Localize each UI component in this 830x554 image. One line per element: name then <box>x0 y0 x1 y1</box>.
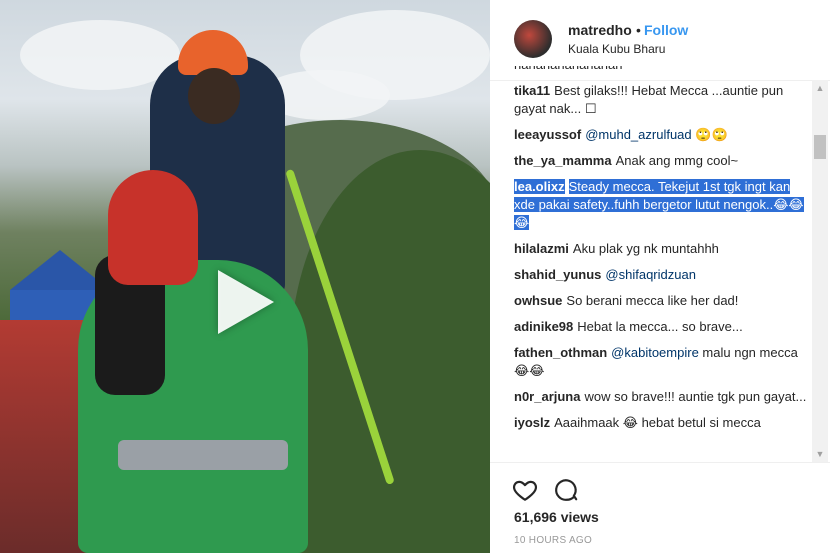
post-location[interactable]: Kuala Kubu Bharu <box>568 42 665 56</box>
comment-item: hilalazmi Aku plak yg nk muntahhh <box>514 240 812 258</box>
post-username[interactable]: matredho <box>568 22 632 38</box>
comment-text: Aku plak yg nk muntahhh <box>572 241 719 256</box>
comment-text: Best gilaks!!! Hebat Mecca ...auntie pun… <box>514 83 784 116</box>
climbing-harness <box>118 440 288 470</box>
comment-list[interactable]: hahahahahahahah tika11Best gilaks!!! Heb… <box>514 66 812 462</box>
avatar[interactable] <box>514 20 552 58</box>
comment-item: adinike98 Hebat la mecca... so brave... <box>514 318 812 336</box>
comment-username[interactable]: n0r_arjuna <box>514 389 580 404</box>
child <box>188 68 240 124</box>
comment-username[interactable]: hilalazmi <box>514 241 569 256</box>
comment-username[interactable]: iyoslz <box>514 415 550 430</box>
comment-username[interactable]: owhsue <box>514 293 562 308</box>
comment-icon[interactable] <box>554 477 580 503</box>
heart-icon[interactable] <box>512 477 538 503</box>
comment-text: Hebat la mecca... so brave... <box>577 319 743 334</box>
comment-username[interactable]: leeayussof <box>514 127 581 142</box>
scroll-up-arrow-icon[interactable]: ▲ <box>812 80 828 96</box>
comment-mention[interactable]: @shifaqridzuan <box>605 267 696 282</box>
comment-username[interactable]: fathen_othman <box>514 345 607 360</box>
video-player[interactable] <box>0 0 490 553</box>
comment-username[interactable]: shahid_yunus <box>514 267 601 282</box>
post-timestamp[interactable]: 10 HOURS AGO <box>514 535 592 546</box>
comment-item: hahahahahahahah <box>514 66 812 74</box>
comment-username[interactable]: tika11 <box>514 83 550 98</box>
comment-item: the_ya_mamma Anak ang mmg cool~ <box>514 152 812 170</box>
comment-username[interactable]: the_ya_mamma <box>514 153 612 168</box>
spectators <box>0 320 90 553</box>
comment-text: 🙄🙄 <box>695 127 728 142</box>
comment-item: owhsue So berani mecca like her dad! <box>514 292 812 310</box>
scroll-thumb[interactable] <box>814 135 826 159</box>
comment-item: n0r_arjuna wow so brave!!! auntie tgk pun… <box>514 388 812 406</box>
post-actions: 61,696 views 10 HOURS AGO <box>490 462 830 554</box>
comment-item-selected: lea.olixz Steady mecca. Tekejut 1st tgk i… <box>514 178 812 232</box>
comment-item: tika11 Best gilaks!!! Hebat Mecca ...aunt… <box>514 82 812 118</box>
comment-text: hahahahahahahah <box>514 66 622 72</box>
red-headscarf <box>108 170 198 285</box>
follow-button[interactable]: Follow <box>644 22 688 38</box>
comment-mention[interactable]: @kabitoempire <box>611 345 699 360</box>
comment-username[interactable]: adinike98 <box>514 319 573 334</box>
view-count: 61,696 views <box>514 509 599 525</box>
comment-mention[interactable]: @muhd_azrulfuad <box>585 127 691 142</box>
comment-item: iyoslz Aaaihmaak 😂 hebat betul si mecca <box>514 414 812 432</box>
comment-item: fathen_othman @kabitoempire malu ngn mecc… <box>514 344 812 380</box>
separator-dot: • <box>636 22 641 38</box>
comment-text: So berani mecca like her dad! <box>566 293 739 308</box>
comment-item: shahid_yunus @shifaqridzuan <box>514 266 812 284</box>
comment-item: leeayussof @muhd_azrulfuad 🙄🙄 <box>514 126 812 144</box>
post-sidebar: matredho • Follow Kuala Kubu Bharu hahah… <box>490 0 830 553</box>
comment-text: wow so brave!!! auntie tgk pun gayat... <box>584 389 807 404</box>
play-icon[interactable] <box>218 270 274 334</box>
comment-username[interactable]: lea.olixz <box>514 179 565 194</box>
comment-text: Anak ang mmg cool~ <box>615 153 739 168</box>
scroll-down-arrow-icon[interactable]: ▼ <box>812 446 828 462</box>
comments-scrollbar[interactable]: ▲ ▼ <box>812 80 828 462</box>
comment-text: Aaaihmaak 😂 hebat betul si mecca <box>554 415 761 430</box>
